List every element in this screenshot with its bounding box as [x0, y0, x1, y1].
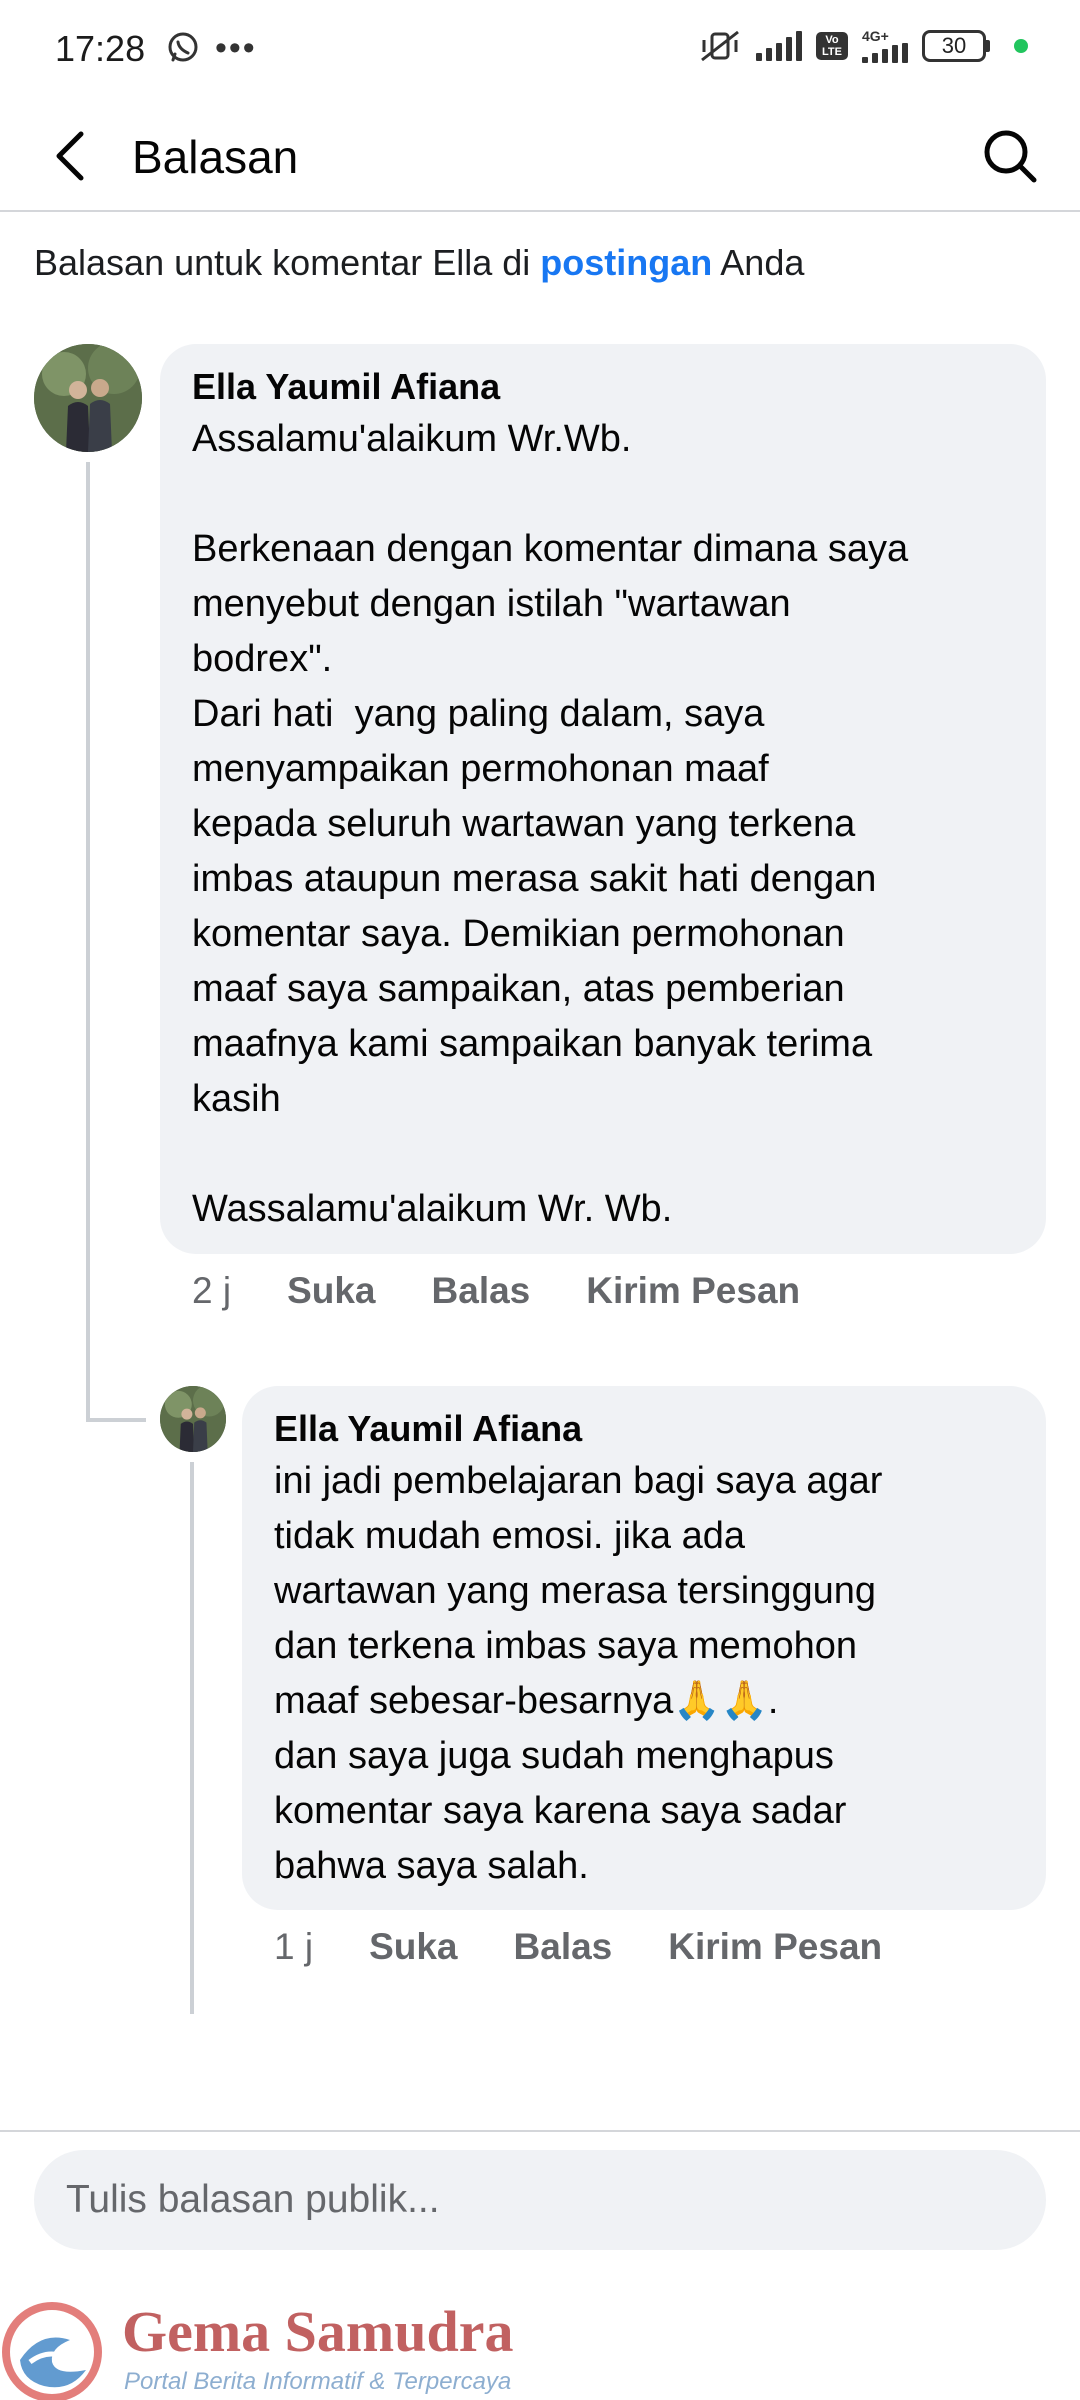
send-message-button[interactable]: Kirim Pesan	[586, 1270, 800, 1312]
volte-icon: Vo LTE	[816, 32, 848, 60]
reply-context-prefix: Balasan untuk komentar Ella di	[34, 242, 541, 283]
comment-text: Assalamu'alaikum Wr.Wb. Berkenaan dengan…	[192, 418, 909, 1230]
composer-divider	[0, 2130, 1080, 2132]
page-title: Balasan	[132, 131, 299, 183]
post-link[interactable]: postingan	[540, 242, 712, 283]
reply-send-message-button[interactable]: Kirim Pesan	[668, 1926, 882, 1968]
reply-thread-line	[190, 1462, 194, 2014]
profile-photo	[160, 1386, 226, 1452]
reply-bubble: Ella Yaumil Afiana ini jadi pembelajaran…	[242, 1386, 1046, 1910]
back-button[interactable]	[40, 126, 100, 186]
watermark: Gema Samudra Portal Berita Informatif & …	[0, 2290, 600, 2400]
search-icon	[984, 130, 1037, 183]
battery-level: 30	[922, 30, 986, 62]
status-bar: 17:28 ••• Vo LTE 4G+ 30	[0, 0, 1080, 100]
network-label: 4G+	[862, 28, 889, 44]
comment-author[interactable]: Ella Yaumil Afiana	[192, 366, 1014, 408]
status-time: 17:28	[55, 28, 146, 69]
reply-time: 1 j	[274, 1926, 314, 1967]
avatar[interactable]	[34, 344, 142, 452]
reply-avatar[interactable]	[160, 1386, 226, 1452]
thread-line	[86, 462, 90, 1422]
comment-bubble: Ella Yaumil Afiana Assalamu'alaikum Wr.W…	[160, 344, 1046, 1254]
search-button[interactable]	[978, 124, 1042, 188]
reply-button[interactable]: Balas	[432, 1270, 531, 1312]
network-4g-icon: 4G+	[862, 29, 908, 63]
comment-time: 2 j	[192, 1270, 232, 1311]
signal-icon	[756, 31, 802, 61]
app-header: Balasan	[0, 100, 1080, 212]
battery-icon: 30	[922, 30, 990, 62]
reply-actions: 1 j Suka Balas Kirim Pesan	[274, 1926, 938, 1968]
reply-text: ini jadi pembelajaran bagi saya agar tid…	[274, 1460, 883, 1887]
more-notifications-icon: •••	[215, 29, 257, 67]
privacy-indicator-dot	[1014, 39, 1028, 53]
reply-author[interactable]: Ella Yaumil Afiana	[274, 1408, 1014, 1450]
reply-context: Balasan untuk komentar Ella di postingan…	[34, 242, 804, 284]
profile-photo	[34, 344, 142, 452]
gema-samudra-logo-icon	[2, 2302, 102, 2400]
status-notification-icons: •••	[165, 30, 257, 66]
back-arrow-icon	[56, 131, 84, 181]
reply-composer[interactable]	[34, 2150, 1046, 2250]
watermark-tagline: Portal Berita Informatif & Terpercaya	[124, 2368, 512, 2395]
reply-reply-button[interactable]: Balas	[514, 1926, 613, 1968]
thread-connector	[86, 1418, 146, 1422]
reply-like-button[interactable]: Suka	[369, 1926, 457, 1968]
whatsapp-icon	[168, 32, 198, 62]
like-button[interactable]: Suka	[287, 1270, 375, 1312]
signal-icon-2	[862, 43, 908, 63]
reply-input[interactable]	[34, 2150, 1046, 2250]
watermark-name: Gema Samudra	[122, 2299, 514, 2364]
reply-context-suffix: Anda	[712, 242, 805, 283]
vibrate-mute-icon	[701, 30, 739, 62]
status-system-icons: Vo LTE 4G+ 30	[698, 28, 1028, 64]
comment-actions: 2 j Suka Balas Kirim Pesan	[192, 1270, 856, 1312]
